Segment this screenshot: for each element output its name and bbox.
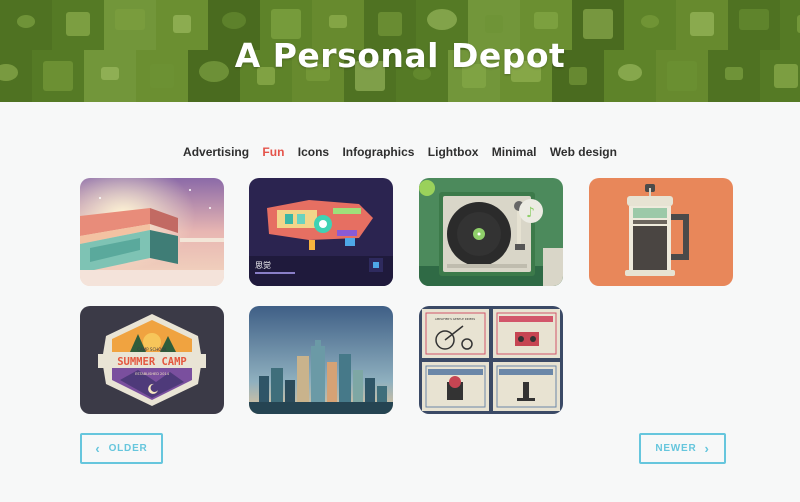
vintage-stamps-illustration: AMPLIFIER'S GENTLE RIDERS MASTERS OF BET…	[419, 306, 563, 414]
header-tile-shape	[329, 15, 347, 28]
chevron-right-icon: ›	[704, 441, 710, 456]
nav-item-icons[interactable]: Icons	[298, 145, 329, 159]
gallery-item-summer-camp[interactable]: CAMP SCHOOL SUMMER CAMP ESTABLISHED 2014	[80, 306, 224, 414]
header-tile-shape	[534, 12, 558, 29]
header-tile-shape	[17, 15, 35, 28]
header-tile-shape	[222, 12, 246, 29]
header-tile-shape	[641, 15, 659, 28]
badge-title: SUMMER CAMP	[117, 356, 187, 368]
nav-item-web-design[interactable]: Web design	[550, 145, 617, 159]
city-skyline-illustration	[249, 306, 393, 414]
gallery-item-turntable[interactable]: ♪	[419, 178, 563, 286]
site-header: A Personal Depot	[0, 0, 800, 102]
site-title[interactable]: A Personal Depot	[0, 36, 800, 75]
badge-subtitle: ESTABLISHED 2014	[135, 372, 170, 376]
header-tile-shape	[271, 9, 301, 39]
category-nav: Advertising Fun Icons Infographics Light…	[0, 145, 800, 159]
newer-posts-button[interactable]: NEWER ›	[639, 433, 726, 464]
nav-item-minimal[interactable]: Minimal	[492, 145, 537, 159]
header-tile-shape	[173, 15, 191, 33]
gallery-item-architecture[interactable]	[80, 178, 224, 286]
badge-small-text: CAMP SCHOOL	[137, 347, 167, 352]
older-posts-button[interactable]: ‹ OLDER	[80, 433, 163, 464]
newer-label: NEWER	[655, 443, 697, 454]
header-tile-shape	[427, 9, 457, 30]
header-tile-shape	[115, 9, 145, 30]
spaceship-illustration: 思觉	[249, 178, 393, 286]
music-note-icon: ♪	[526, 205, 535, 221]
french-press-illustration	[589, 178, 733, 286]
nav-item-infographics[interactable]: Infographics	[342, 145, 414, 159]
gallery-item-city-skyline[interactable]	[249, 306, 393, 414]
summer-camp-badge-illustration: CAMP SCHOOL SUMMER CAMP ESTABLISHED 2014	[80, 306, 224, 414]
header-tile-shape	[739, 9, 769, 30]
gallery-item-spaceship[interactable]: 思觉	[249, 178, 393, 286]
gallery-item-vintage-stamps[interactable]: AMPLIFIER'S GENTLE RIDERS MASTERS OF BET…	[419, 306, 563, 414]
spaceship-caption: 思觉	[255, 260, 271, 270]
stamp-label: AMPLIFIER'S GENTLE RIDERS	[435, 317, 476, 321]
nav-item-advertising[interactable]: Advertising	[183, 145, 249, 159]
header-tile-shape	[583, 9, 613, 39]
turntable-illustration: ♪	[419, 178, 563, 286]
header-tile-shape	[378, 12, 402, 36]
header-tile-shape	[690, 12, 714, 36]
gallery-item-french-press[interactable]	[589, 178, 733, 286]
architecture-illustration	[80, 178, 224, 286]
nav-item-fun[interactable]: Fun	[262, 145, 284, 159]
chevron-left-icon: ‹	[95, 441, 101, 456]
header-tile-shape	[66, 12, 90, 36]
older-label: OLDER	[108, 443, 148, 454]
header-tile-shape	[485, 15, 503, 33]
nav-item-lightbox[interactable]: Lightbox	[428, 145, 479, 159]
